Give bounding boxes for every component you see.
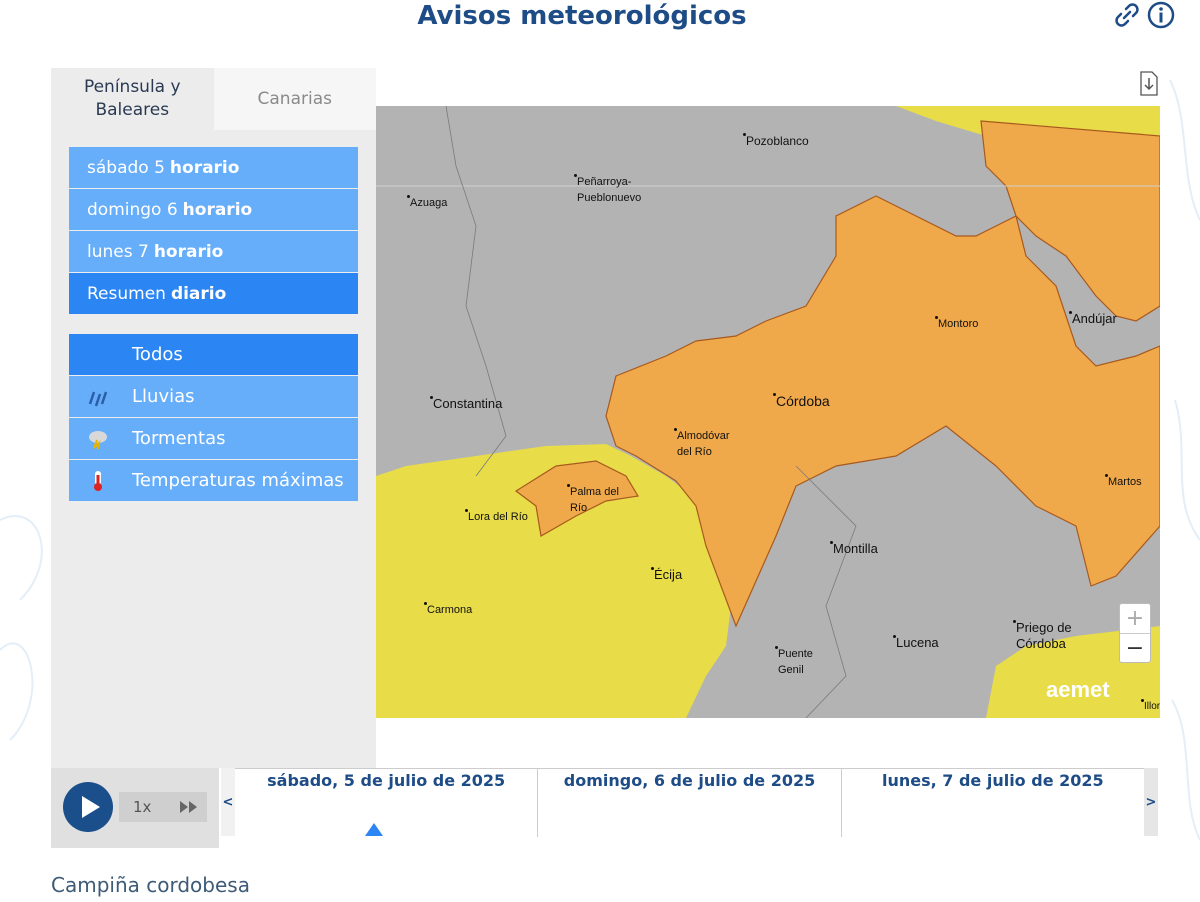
thermometer-icon <box>94 471 102 491</box>
city-andujar: Andújar <box>1069 311 1117 326</box>
phenomenon-label: Tormentas <box>132 428 226 449</box>
tab-label: Península y Baleares <box>83 77 181 120</box>
timeline: 1x < sábado, 5 de julio de 2025 domingo,… <box>51 768 1160 848</box>
zoom-out-button[interactable]: − <box>1120 634 1150 663</box>
aemet-logo: aemet <box>1046 677 1110 702</box>
city-carmona: Carmona <box>423 602 473 616</box>
rain-icon <box>88 391 108 407</box>
zoom-in-button[interactable]: + <box>1120 604 1150 634</box>
tab-canarias[interactable]: Canarias <box>213 68 376 130</box>
region-tabs: Península y Baleares Canarias <box>51 68 376 130</box>
day-prefix: sábado 5 <box>87 157 165 178</box>
city-pozoblanco: Pozoblanco <box>743 133 809 148</box>
timeline-day[interactable]: domingo, 6 de julio de 2025 <box>538 769 842 837</box>
city-cordoba: Córdoba <box>773 393 830 409</box>
page-title: Avisos meteorológicos <box>417 1 747 31</box>
day-suffix: horario <box>182 199 253 220</box>
day-suffix: horario <box>153 241 224 262</box>
city-lucena: Lucena <box>893 635 939 650</box>
phenomenon-tormentas[interactable]: Tormentas <box>69 418 358 459</box>
day-item-resumen[interactable]: Resumen diario <box>69 273 358 314</box>
city-azuaga: Azuaga <box>406 195 448 209</box>
link-icon[interactable] <box>1112 0 1142 30</box>
city-palma-del-rio: Palma del Río <box>567 484 619 514</box>
day-suffix: diario <box>170 283 227 304</box>
city-illora: Illor <box>1140 699 1160 715</box>
play-button[interactable] <box>63 782 113 832</box>
zone-name: Campiña cordobesa <box>51 873 250 897</box>
tab-peninsula-baleares[interactable]: Península y Baleares <box>51 68 214 130</box>
phenomenon-lluvias[interactable]: Lluvias <box>69 376 358 417</box>
timeline-next-button[interactable]: > <box>1144 768 1158 836</box>
tab-label: Canarias <box>257 88 332 109</box>
city-ecija: Écija <box>650 567 683 582</box>
phenomenon-label: Todos <box>132 344 183 365</box>
info-icon[interactable] <box>1146 0 1176 30</box>
city-penarroya-pueblonuevo: Peñarroya- Pueblonuevo <box>573 174 642 204</box>
timeline-marker[interactable] <box>365 823 383 836</box>
day-suffix: horario <box>169 157 240 178</box>
phenomenon-label: Temperaturas máximas <box>132 470 344 491</box>
city-montoro: Montoro <box>934 316 979 330</box>
day-prefix: lunes 7 <box>87 241 149 262</box>
day-item-sabado[interactable]: sábado 5 horario <box>69 147 358 188</box>
phenomena-list: Todos Lluvias Tormentas Temperaturas máx… <box>69 334 358 502</box>
zoom-control: + − <box>1119 603 1151 663</box>
city-lora-del-rio: Lora del Río <box>465 509 528 523</box>
city-priego-de-cordoba: Priego de Córdoba <box>1013 620 1072 651</box>
day-item-lunes[interactable]: lunes 7 horario <box>69 231 358 272</box>
warning-map[interactable]: Pozoblanco Peñarroya- Pueblonuevo Azuaga… <box>376 106 1160 718</box>
city-martos: Martos <box>1105 474 1142 488</box>
timeline-day[interactable]: sábado, 5 de julio de 2025 <box>235 769 539 837</box>
day-prefix: domingo 6 <box>87 199 178 220</box>
phenomenon-todos[interactable]: Todos <box>69 334 358 375</box>
city-montilla: Montilla <box>830 541 878 556</box>
player-controls: 1x <box>51 768 219 848</box>
timeline-day[interactable]: lunes, 7 de julio de 2025 <box>842 769 1144 837</box>
phenomenon-temperaturas-maximas[interactable]: Temperaturas máximas <box>69 460 358 501</box>
speed-control: 1x <box>119 792 207 822</box>
city-almodovar-del-rio: Almodóvar del Río <box>674 428 730 458</box>
city-puente-genil: Puente Genil <box>775 646 813 676</box>
city-constantina: Constantina <box>429 396 503 411</box>
storm-icon <box>89 431 107 450</box>
download-icon[interactable] <box>1139 71 1159 96</box>
speed-label[interactable]: 1x <box>133 798 151 816</box>
side-panel: Península y Baleares Canarias sábado 5 ho… <box>51 68 376 768</box>
day-list: sábado 5 horario domingo 6 horario lunes 7… <box>69 147 358 315</box>
day-item-domingo[interactable]: domingo 6 horario <box>69 189 358 230</box>
phenomenon-label: Lluvias <box>132 386 195 407</box>
fast-forward-icon[interactable] <box>179 800 199 814</box>
day-prefix: Resumen <box>87 283 166 304</box>
timeline-prev-button[interactable]: < <box>221 768 235 836</box>
